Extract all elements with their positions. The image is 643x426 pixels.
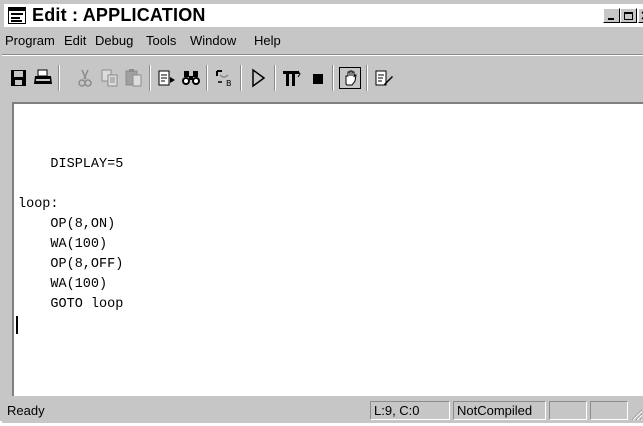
maximize-icon — [624, 12, 633, 20]
find-icon[interactable] — [180, 67, 202, 89]
minimize-button[interactable] — [603, 8, 620, 23]
status-bar: Ready L:9, C:0 NotCompiled — [2, 398, 643, 423]
toolbar: B — [2, 56, 643, 100]
toolbar-separator — [332, 65, 334, 91]
cursor-position: L:9, C:0 — [370, 401, 450, 420]
maximize-button[interactable] — [620, 8, 637, 23]
status-panel-2 — [590, 401, 628, 420]
menu-window[interactable]: Window — [190, 33, 236, 49]
menu-program[interactable]: Program — [5, 33, 55, 49]
run-icon[interactable] — [247, 67, 269, 89]
application-window: Edit : APPLICATION Program Edit Debug To… — [0, 0, 643, 423]
status-text: Ready — [7, 403, 45, 418]
menu-help[interactable]: Help — [254, 33, 281, 49]
toolbar-separator — [58, 65, 60, 91]
code-line: GOTO loop — [18, 297, 124, 312]
menu-debug[interactable]: Debug — [95, 33, 133, 49]
title-bar[interactable]: Edit : APPLICATION — [4, 4, 643, 27]
edit-document-icon[interactable] — [373, 67, 395, 89]
toolbar-separator — [149, 65, 151, 91]
close-button[interactable] — [638, 8, 643, 23]
minimize-icon — [608, 18, 614, 20]
print-icon[interactable] — [32, 67, 54, 89]
code-line: OP(8,ON) — [18, 217, 116, 232]
copy-icon[interactable] — [99, 67, 121, 89]
code-line: DISPLAY=5 — [18, 157, 124, 172]
toolbar-separator — [366, 65, 368, 91]
find-replace-icon[interactable] — [156, 67, 178, 89]
hand-icon[interactable] — [339, 67, 361, 89]
code-line: WA(100) — [18, 277, 108, 292]
code-lines: DISPLAY=5 loop: OP(8,ON) WA(100) OP(8,OFF… — [18, 135, 123, 315]
code-line: OP(8,OFF) — [18, 257, 124, 272]
menu-bar: Program Edit Debug Tools Window Help — [2, 29, 643, 53]
pause-icon[interactable] — [281, 67, 303, 89]
toolbar-separator — [240, 65, 242, 91]
text-caret — [16, 316, 18, 334]
compile-icon[interactable]: B — [213, 67, 235, 89]
code-editor[interactable]: DISPLAY=5 loop: OP(8,ON) WA(100) OP(8,OFF… — [12, 102, 643, 396]
toolbar-separator — [274, 65, 276, 91]
window-icon[interactable] — [8, 7, 26, 24]
menu-tools[interactable]: Tools — [146, 33, 176, 49]
save-icon[interactable] — [8, 67, 30, 89]
stop-icon[interactable] — [307, 67, 329, 89]
resize-grip-icon[interactable] — [629, 407, 643, 421]
compile-status: NotCompiled — [453, 401, 546, 420]
window-title: Edit : APPLICATION — [32, 5, 206, 25]
status-panel-1 — [549, 401, 587, 420]
code-line: WA(100) — [18, 237, 108, 252]
svg-text:B: B — [226, 79, 232, 88]
toolbar-separator — [206, 65, 208, 91]
menu-edit[interactable]: Edit — [64, 33, 86, 49]
paste-icon[interactable] — [123, 67, 145, 89]
cut-icon[interactable] — [74, 67, 96, 89]
code-line: loop: — [18, 197, 59, 212]
